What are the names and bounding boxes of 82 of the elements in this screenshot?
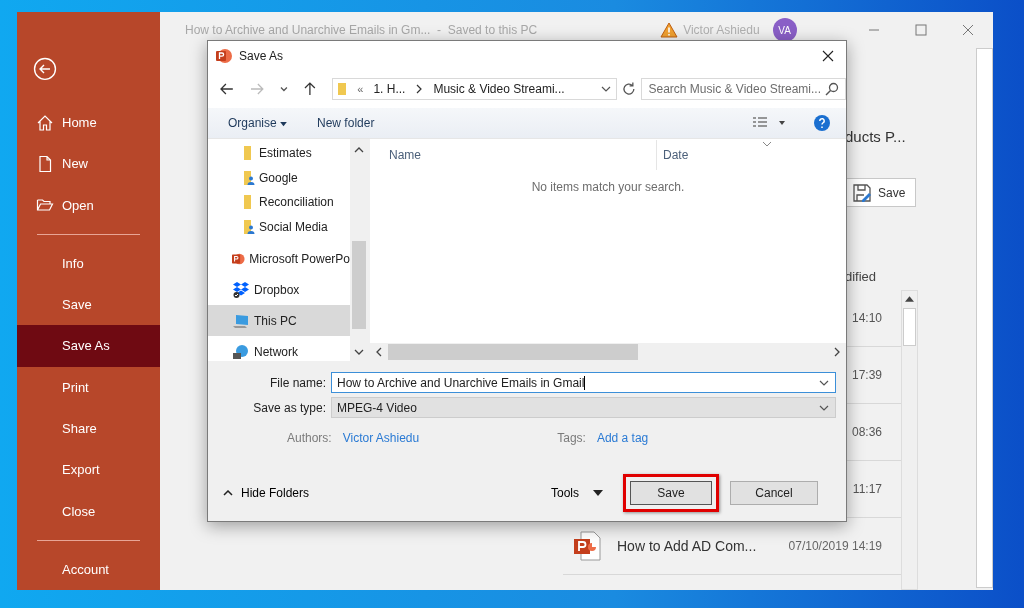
refresh-icon[interactable] — [620, 81, 637, 97]
computer-icon — [232, 312, 250, 329]
shared-folder-icon — [243, 218, 255, 235]
file-type-dropdown[interactable]: MPEG-4 Video — [331, 397, 836, 418]
network-icon — [232, 343, 250, 360]
chevron-up-icon — [223, 490, 233, 496]
maximize-icon[interactable] — [915, 24, 927, 36]
field-label: File name: — [268, 375, 327, 390]
field-label: Authors: — [287, 431, 332, 445]
caret-icon — [593, 490, 603, 496]
folder-tree-item[interactable]: Estimates — [208, 141, 350, 166]
folder-tree-item[interactable]: Microsoft PowerPo — [208, 243, 350, 274]
sidebar-item[interactable]: Account — [17, 548, 160, 590]
sidebar-item[interactable]: Close — [17, 490, 160, 532]
empty-message: No items match your search. — [531, 180, 685, 194]
modified-time: 08:36 — [851, 425, 882, 439]
search-field[interactable]: Search Music & Video Streami... — [641, 78, 846, 100]
breadcrumb[interactable]: 1. H... — [373, 82, 406, 96]
column-header[interactable]: Name — [370, 140, 657, 170]
sidebar-item[interactable]: Home — [17, 101, 160, 144]
sidebar-item[interactable]: Info — [17, 242, 160, 284]
save-button[interactable]: Save — [845, 178, 916, 207]
field-label: Save as type: — [252, 400, 327, 415]
field-label: Tags: — [557, 431, 586, 445]
chevron-right-icon — [415, 84, 424, 94]
cancel-button[interactable]: Cancel — [730, 481, 818, 505]
window-title: How to Archive and Unarchive Emails in Gm... - Saved to this PC — [185, 23, 538, 37]
scrollbar[interactable] — [350, 139, 368, 361]
sidebar-item[interactable]: Open — [17, 184, 160, 226]
folder-tree-item[interactable]: Reconciliation — [208, 190, 350, 215]
breadcrumb[interactable]: Music & Video Streami... — [433, 82, 565, 96]
add-tag-link[interactable]: Add a tag — [596, 431, 649, 445]
chevron-down-icon[interactable] — [278, 84, 289, 94]
user-avatar[interactable]: VA — [772, 18, 797, 42]
file-name-field[interactable]: How to Archive and Unarchive Emails in Gmail — [331, 372, 836, 393]
home-icon — [36, 113, 54, 132]
dialog-title: Save As — [239, 48, 284, 63]
chevron-down-icon — [762, 141, 772, 147]
caret-icon[interactable] — [778, 120, 786, 126]
back-arrow-icon[interactable] — [219, 81, 235, 97]
caret-icon — [280, 122, 288, 127]
save-button[interactable]: Save — [630, 481, 712, 505]
modified-date: 07/10/2019 14:19 — [788, 539, 882, 553]
modified-time: 14:10 — [851, 311, 882, 325]
hide-folders-button[interactable]: Hide Folders — [217, 485, 316, 501]
sidebar-item[interactable]: Share — [17, 407, 160, 450]
folder-tree-item[interactable]: Social Media — [208, 214, 350, 239]
sidebar-item[interactable]: Save As — [17, 325, 160, 367]
sidebar-item[interactable]: Save — [17, 284, 160, 326]
sidebar-item[interactable]: New — [17, 143, 160, 185]
sidebar-item[interactable]: Export — [17, 449, 160, 491]
scrollbar[interactable] — [901, 290, 918, 590]
shared-folder-icon — [243, 169, 255, 186]
modified-time: 17:39 — [851, 368, 882, 382]
warning-icon[interactable] — [660, 22, 679, 38]
column-header[interactable]: Date — [657, 148, 689, 162]
folder-tree-item[interactable]: Google — [208, 165, 350, 190]
folder-tree-item[interactable]: Network — [208, 336, 350, 361]
scrollbar[interactable] — [976, 48, 993, 588]
new-folder-button[interactable]: New folder — [311, 114, 381, 132]
folder-tree-item[interactable]: This PC — [208, 305, 350, 336]
folder-icon — [337, 81, 348, 97]
folder-tree-item[interactable]: Dropbox — [208, 274, 350, 305]
document-icon — [36, 154, 54, 173]
file-name: How to Add AD Com... — [617, 538, 757, 554]
user-name: Victor Ashiedu — [683, 23, 760, 37]
search-icon — [825, 82, 839, 96]
scrollbar-thumb[interactable] — [903, 308, 916, 346]
scrollbar[interactable] — [370, 343, 846, 361]
tools-menu[interactable]: Tools — [545, 485, 609, 501]
help-icon[interactable] — [814, 115, 830, 131]
scroll-up-arrow-icon[interactable] — [905, 296, 914, 302]
organise-menu[interactable]: Organise — [222, 114, 294, 132]
modified-time: 11:17 — [852, 482, 882, 496]
address-bar[interactable]: « 1. H... Music & Video Streami... — [332, 78, 617, 100]
powerpoint-icon — [216, 47, 232, 64]
view-options-icon[interactable] — [752, 116, 768, 130]
presentation-file-icon — [573, 531, 601, 561]
close-icon[interactable] — [822, 49, 834, 62]
author-link[interactable]: Victor Ashiedu — [342, 431, 420, 445]
dropbox-icon — [232, 280, 250, 299]
sidebar-item[interactable]: Print — [17, 366, 160, 408]
